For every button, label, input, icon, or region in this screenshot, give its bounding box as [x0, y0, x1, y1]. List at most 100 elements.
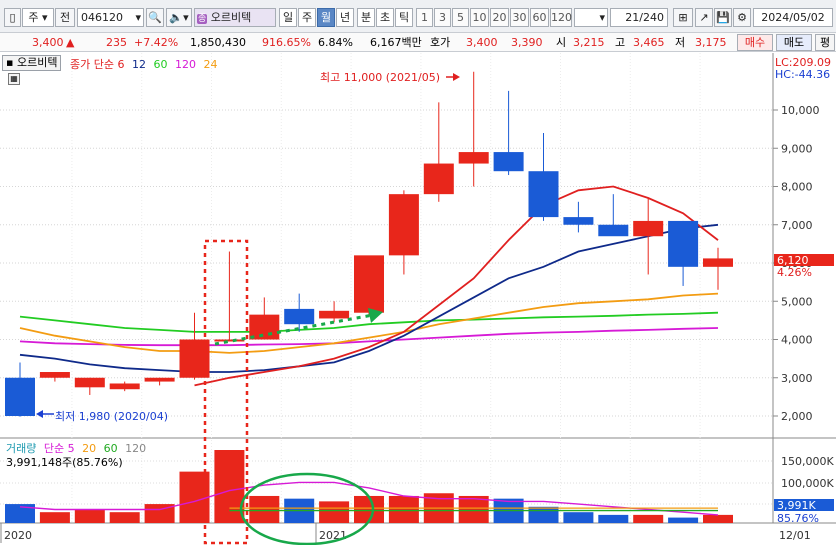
interval-button[interactable]: 5: [452, 8, 469, 27]
legend-ma6[interactable]: 6: [117, 58, 124, 71]
interval-button[interactable]: 20: [490, 8, 509, 27]
legend-vol-ma120[interactable]: 120: [125, 442, 146, 455]
candle-body: [144, 377, 175, 382]
layout-icon[interactable]: ▯: [4, 8, 21, 27]
avg-button[interactable]: 평: [815, 34, 835, 51]
price-change: 235: [106, 36, 127, 49]
price-chart[interactable]: 10,0009,0008,0007,0006,0005,0004,0003,00…: [0, 53, 836, 545]
sound-icon[interactable]: 🔈▾: [166, 8, 192, 27]
candle-body: [458, 152, 489, 164]
price-tick-label: 7,000: [781, 219, 813, 232]
volume-bar: [388, 495, 419, 523]
stock-name-field[interactable]: 종 오르비텍: [194, 8, 276, 27]
candle-body: [214, 339, 245, 342]
stock-name: 오르비텍: [210, 11, 252, 24]
low-label: 저: [675, 36, 686, 49]
stock-type-badge: 종: [197, 14, 208, 24]
interval-custom-select[interactable]: ▾: [574, 8, 608, 27]
tab-period-second[interactable]: 초: [376, 8, 394, 27]
candle-body: [563, 217, 594, 225]
time-tick-label: 2020: [4, 529, 32, 542]
bar-count-field[interactable]: 21/240: [610, 8, 668, 27]
interval-button[interactable]: 3: [434, 8, 451, 27]
table-icon[interactable]: ▦: [8, 73, 20, 85]
high-price: 3,465: [633, 36, 665, 49]
high-label: 고: [615, 36, 626, 49]
legend-ma12[interactable]: 12: [132, 58, 146, 71]
date-field[interactable]: 2024/05/02: [753, 8, 833, 27]
tab-period-day[interactable]: 일: [279, 8, 297, 27]
gear-icon[interactable]: ⚙: [733, 8, 751, 27]
hc-label: HC:-44.36: [775, 68, 831, 81]
legend-ma24[interactable]: 24: [203, 58, 217, 71]
interval-button[interactable]: 120: [550, 8, 572, 27]
candle-body: [388, 194, 419, 256]
quote-bar: 3,400 ▲ 235 +7.42% 1,850,430 916.65% 6.8…: [0, 33, 836, 52]
stock-name-tag[interactable]: ▪ 오르비텍: [2, 55, 62, 71]
volume-bar: [633, 514, 664, 523]
volume-tick-label: 150,000K: [781, 455, 834, 468]
chart-background: [0, 53, 836, 545]
volume-bar: [598, 514, 629, 523]
tab-period-minute[interactable]: 분: [357, 8, 375, 27]
volume-bar: [528, 506, 559, 523]
open-price: 3,215: [573, 36, 605, 49]
volume-bar: [563, 512, 594, 523]
search-icon[interactable]: 🔍: [146, 8, 164, 27]
chart-area: 10,0009,0008,0007,0006,0005,0004,0003,00…: [0, 53, 836, 545]
chevron-down-icon: ▾: [135, 11, 141, 24]
prev-button[interactable]: 전: [55, 8, 75, 27]
candle-body: [109, 383, 140, 390]
ask-label: 호가: [430, 36, 451, 49]
candle-body: [284, 308, 315, 325]
grid-tool-icon[interactable]: ⊞: [673, 8, 693, 27]
candle-body: [668, 220, 699, 267]
chart-toolbar: ▯ 주 ▾ 전 046120 ▾ 🔍 🔈▾ 종 오르비텍 일 주 월 년 분 초 …: [0, 0, 836, 33]
candle-body: [354, 255, 384, 313]
current-price: 3,400: [32, 36, 64, 49]
draw-tool-icon[interactable]: ↗: [695, 8, 713, 27]
price-tick-label: 9,000: [781, 142, 813, 155]
price-legend: 종가 단순 6 12 60 120 24: [70, 56, 217, 72]
stock-code-input[interactable]: 046120 ▾: [77, 8, 144, 27]
tab-period-week[interactable]: 주: [298, 8, 316, 27]
candle-body: [633, 220, 664, 237]
interval-button[interactable]: 10: [470, 8, 489, 27]
pane-marker-icon: ▪: [6, 56, 14, 69]
time-tick-label: 12/01: [779, 529, 811, 542]
save-icon[interactable]: 💾: [714, 8, 732, 27]
sell-button[interactable]: 매도: [776, 34, 812, 51]
candle-body: [598, 224, 629, 237]
candle-body: [5, 377, 35, 416]
price-tick-label: 2,000: [781, 410, 813, 423]
volume-bar: [214, 450, 245, 523]
volume-tag-text: 3,991K: [777, 499, 816, 512]
chevron-down-icon: ▾: [599, 11, 605, 24]
volume-bar: [249, 495, 280, 523]
volume-bar: [703, 514, 733, 523]
bar-count-value: 21: [625, 11, 640, 24]
volume-tick-label: 100,000K: [781, 477, 834, 490]
trade-amount: 6,167백만: [370, 36, 422, 49]
candle-body: [493, 152, 524, 172]
legend-ma120[interactable]: 120: [175, 58, 196, 71]
candle-body: [423, 163, 454, 195]
tab-period-year[interactable]: 년: [336, 8, 354, 27]
volume-bar: [39, 512, 70, 523]
volume-value: 1,850,430: [190, 36, 246, 49]
interval-button[interactable]: 30: [510, 8, 529, 27]
price-change-pct: +7.42%: [134, 36, 179, 49]
view-mode-select[interactable]: 주 ▾: [22, 8, 54, 27]
buy-button[interactable]: 매수: [737, 34, 773, 51]
volume-ratio: 916.65%: [262, 36, 311, 49]
candle-body: [703, 258, 733, 267]
tab-period-month[interactable]: 월: [317, 8, 335, 27]
legend-ma60[interactable]: 60: [153, 58, 167, 71]
volume-bar: [319, 501, 350, 523]
candle-body: [528, 171, 559, 218]
interval-button[interactable]: 60: [530, 8, 549, 27]
interval-button[interactable]: 1: [416, 8, 433, 27]
stock-name-tag-label: 오르비텍: [16, 56, 58, 69]
price-tick-label: 8,000: [781, 181, 813, 194]
tab-period-tick[interactable]: 틱: [395, 8, 413, 27]
